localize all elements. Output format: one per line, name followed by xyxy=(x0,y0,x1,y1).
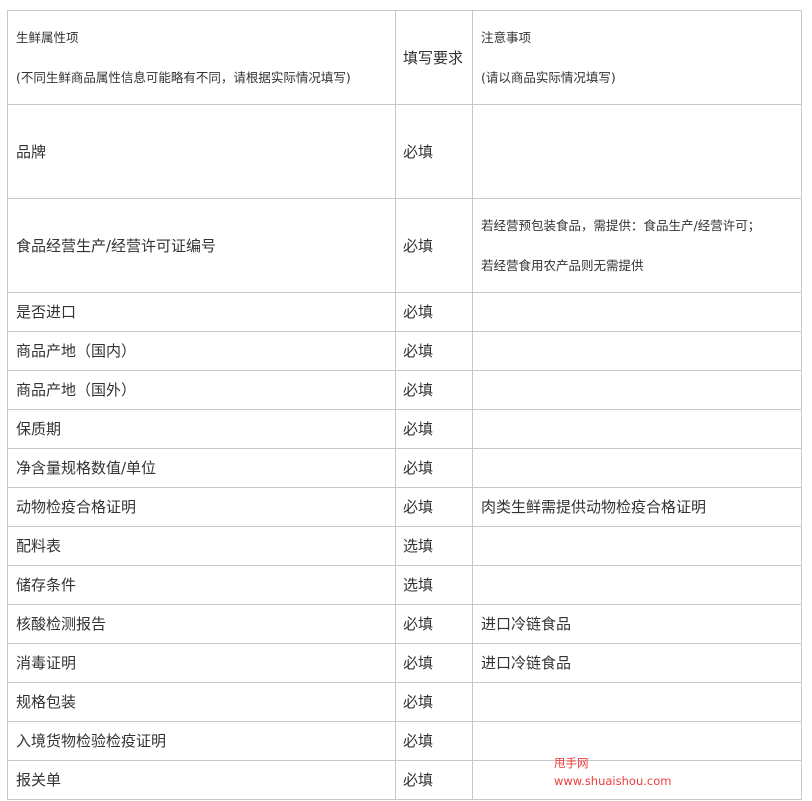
requirement-cell: 必填 xyxy=(395,487,473,527)
note-cell xyxy=(472,331,802,371)
attribute-cell: 消毒证明 xyxy=(7,643,396,683)
requirement-cell: 必填 xyxy=(395,760,473,800)
table-row: 商品产地（国内） 必填 xyxy=(7,331,802,371)
note-cell xyxy=(472,292,802,332)
requirement-cell: 必填 xyxy=(395,604,473,644)
watermark: 甩手网 www.shuaishou.com xyxy=(554,754,671,790)
header-attribute-title: 生鲜属性项 xyxy=(16,29,79,45)
note-cell xyxy=(472,448,802,488)
header-requirement-title: 填写要求 xyxy=(395,10,473,105)
header-notes-title: 注意事项 xyxy=(481,29,532,45)
requirement-cell: 必填 xyxy=(395,721,473,761)
note-cell xyxy=(472,104,802,199)
note-cell: 进口冷链食品 xyxy=(472,604,802,644)
note-line: 若经营食用农产品则无需提供 xyxy=(481,257,644,273)
header-attribute-cell: 生鲜属性项 (不同生鲜商品属性信息可能略有不同，请根据实际情况填写) xyxy=(7,10,396,105)
note-cell: 进口冷链食品 xyxy=(472,643,802,683)
fresh-produce-attributes-table: 生鲜属性项 (不同生鲜商品属性信息可能略有不同，请根据实际情况填写) 填写要求 … xyxy=(7,10,802,800)
watermark-url: www.shuaishou.com xyxy=(554,774,672,788)
header-notes-note: (请以商品实际情况填写) xyxy=(481,69,616,85)
attribute-cell: 净含量规格数值/单位 xyxy=(7,448,396,488)
table-row: 报关单 必填 xyxy=(7,760,802,800)
requirement-cell: 必填 xyxy=(395,643,473,683)
attribute-cell: 是否进口 xyxy=(7,292,396,332)
attribute-cell: 规格包装 xyxy=(7,682,396,722)
note-cell: 若经营预包装食品，需提供：食品生产/经营许可； 若经营食用农产品则无需提供 xyxy=(472,198,802,293)
table-row: 规格包装 必填 xyxy=(7,682,802,722)
requirement-cell: 必填 xyxy=(395,370,473,410)
table-row: 入境货物检验检疫证明 必填 xyxy=(7,721,802,761)
table-row: 净含量规格数值/单位 必填 xyxy=(7,448,802,488)
table-header-row: 生鲜属性项 (不同生鲜商品属性信息可能略有不同，请根据实际情况填写) 填写要求 … xyxy=(7,10,802,105)
attribute-cell: 食品经营生产/经营许可证编号 xyxy=(7,198,396,293)
requirement-cell: 选填 xyxy=(395,526,473,566)
attribute-cell: 保质期 xyxy=(7,409,396,449)
table-row: 储存条件 选填 xyxy=(7,565,802,605)
note-cell xyxy=(472,682,802,722)
table-row: 消毒证明 必填 进口冷链食品 xyxy=(7,643,802,683)
attribute-cell: 动物检疫合格证明 xyxy=(7,487,396,527)
table-row: 核酸检测报告 必填 进口冷链食品 xyxy=(7,604,802,644)
attribute-cell: 储存条件 xyxy=(7,565,396,605)
table-row: 保质期 必填 xyxy=(7,409,802,449)
header-notes-cell: 注意事项 (请以商品实际情况填写) xyxy=(472,10,802,105)
requirement-cell: 选填 xyxy=(395,565,473,605)
attribute-cell: 商品产地（国外） xyxy=(7,370,396,410)
note-cell: 肉类生鲜需提供动物检疫合格证明 xyxy=(472,487,802,527)
note-cell xyxy=(472,370,802,410)
attribute-cell: 报关单 xyxy=(7,760,396,800)
table-row: 食品经营生产/经营许可证编号 必填 若经营预包装食品，需提供：食品生产/经营许可… xyxy=(7,198,802,293)
table-row: 动物检疫合格证明 必填 肉类生鲜需提供动物检疫合格证明 xyxy=(7,487,802,527)
header-attribute-note: (不同生鲜商品属性信息可能略有不同，请根据实际情况填写) xyxy=(16,69,351,85)
requirement-cell: 必填 xyxy=(395,682,473,722)
requirement-cell: 必填 xyxy=(395,448,473,488)
note-cell xyxy=(472,526,802,566)
requirement-cell: 必填 xyxy=(395,198,473,293)
table-row: 配料表 选填 xyxy=(7,526,802,566)
note-line: 若经营预包装食品，需提供：食品生产/经营许可； xyxy=(481,217,761,233)
attribute-cell: 商品产地（国内） xyxy=(7,331,396,371)
requirement-cell: 必填 xyxy=(395,409,473,449)
requirement-cell: 必填 xyxy=(395,292,473,332)
note-cell xyxy=(472,565,802,605)
attribute-cell: 核酸检测报告 xyxy=(7,604,396,644)
attribute-cell: 品牌 xyxy=(7,104,396,199)
watermark-name: 甩手网 xyxy=(554,756,589,770)
note-cell xyxy=(472,409,802,449)
requirement-cell: 必填 xyxy=(395,104,473,199)
table-row: 商品产地（国外） 必填 xyxy=(7,370,802,410)
table-row: 是否进口 必填 xyxy=(7,292,802,332)
attribute-cell: 入境货物检验检疫证明 xyxy=(7,721,396,761)
requirement-cell: 必填 xyxy=(395,331,473,371)
attribute-cell: 配料表 xyxy=(7,526,396,566)
table-row: 品牌 必填 xyxy=(7,104,802,199)
